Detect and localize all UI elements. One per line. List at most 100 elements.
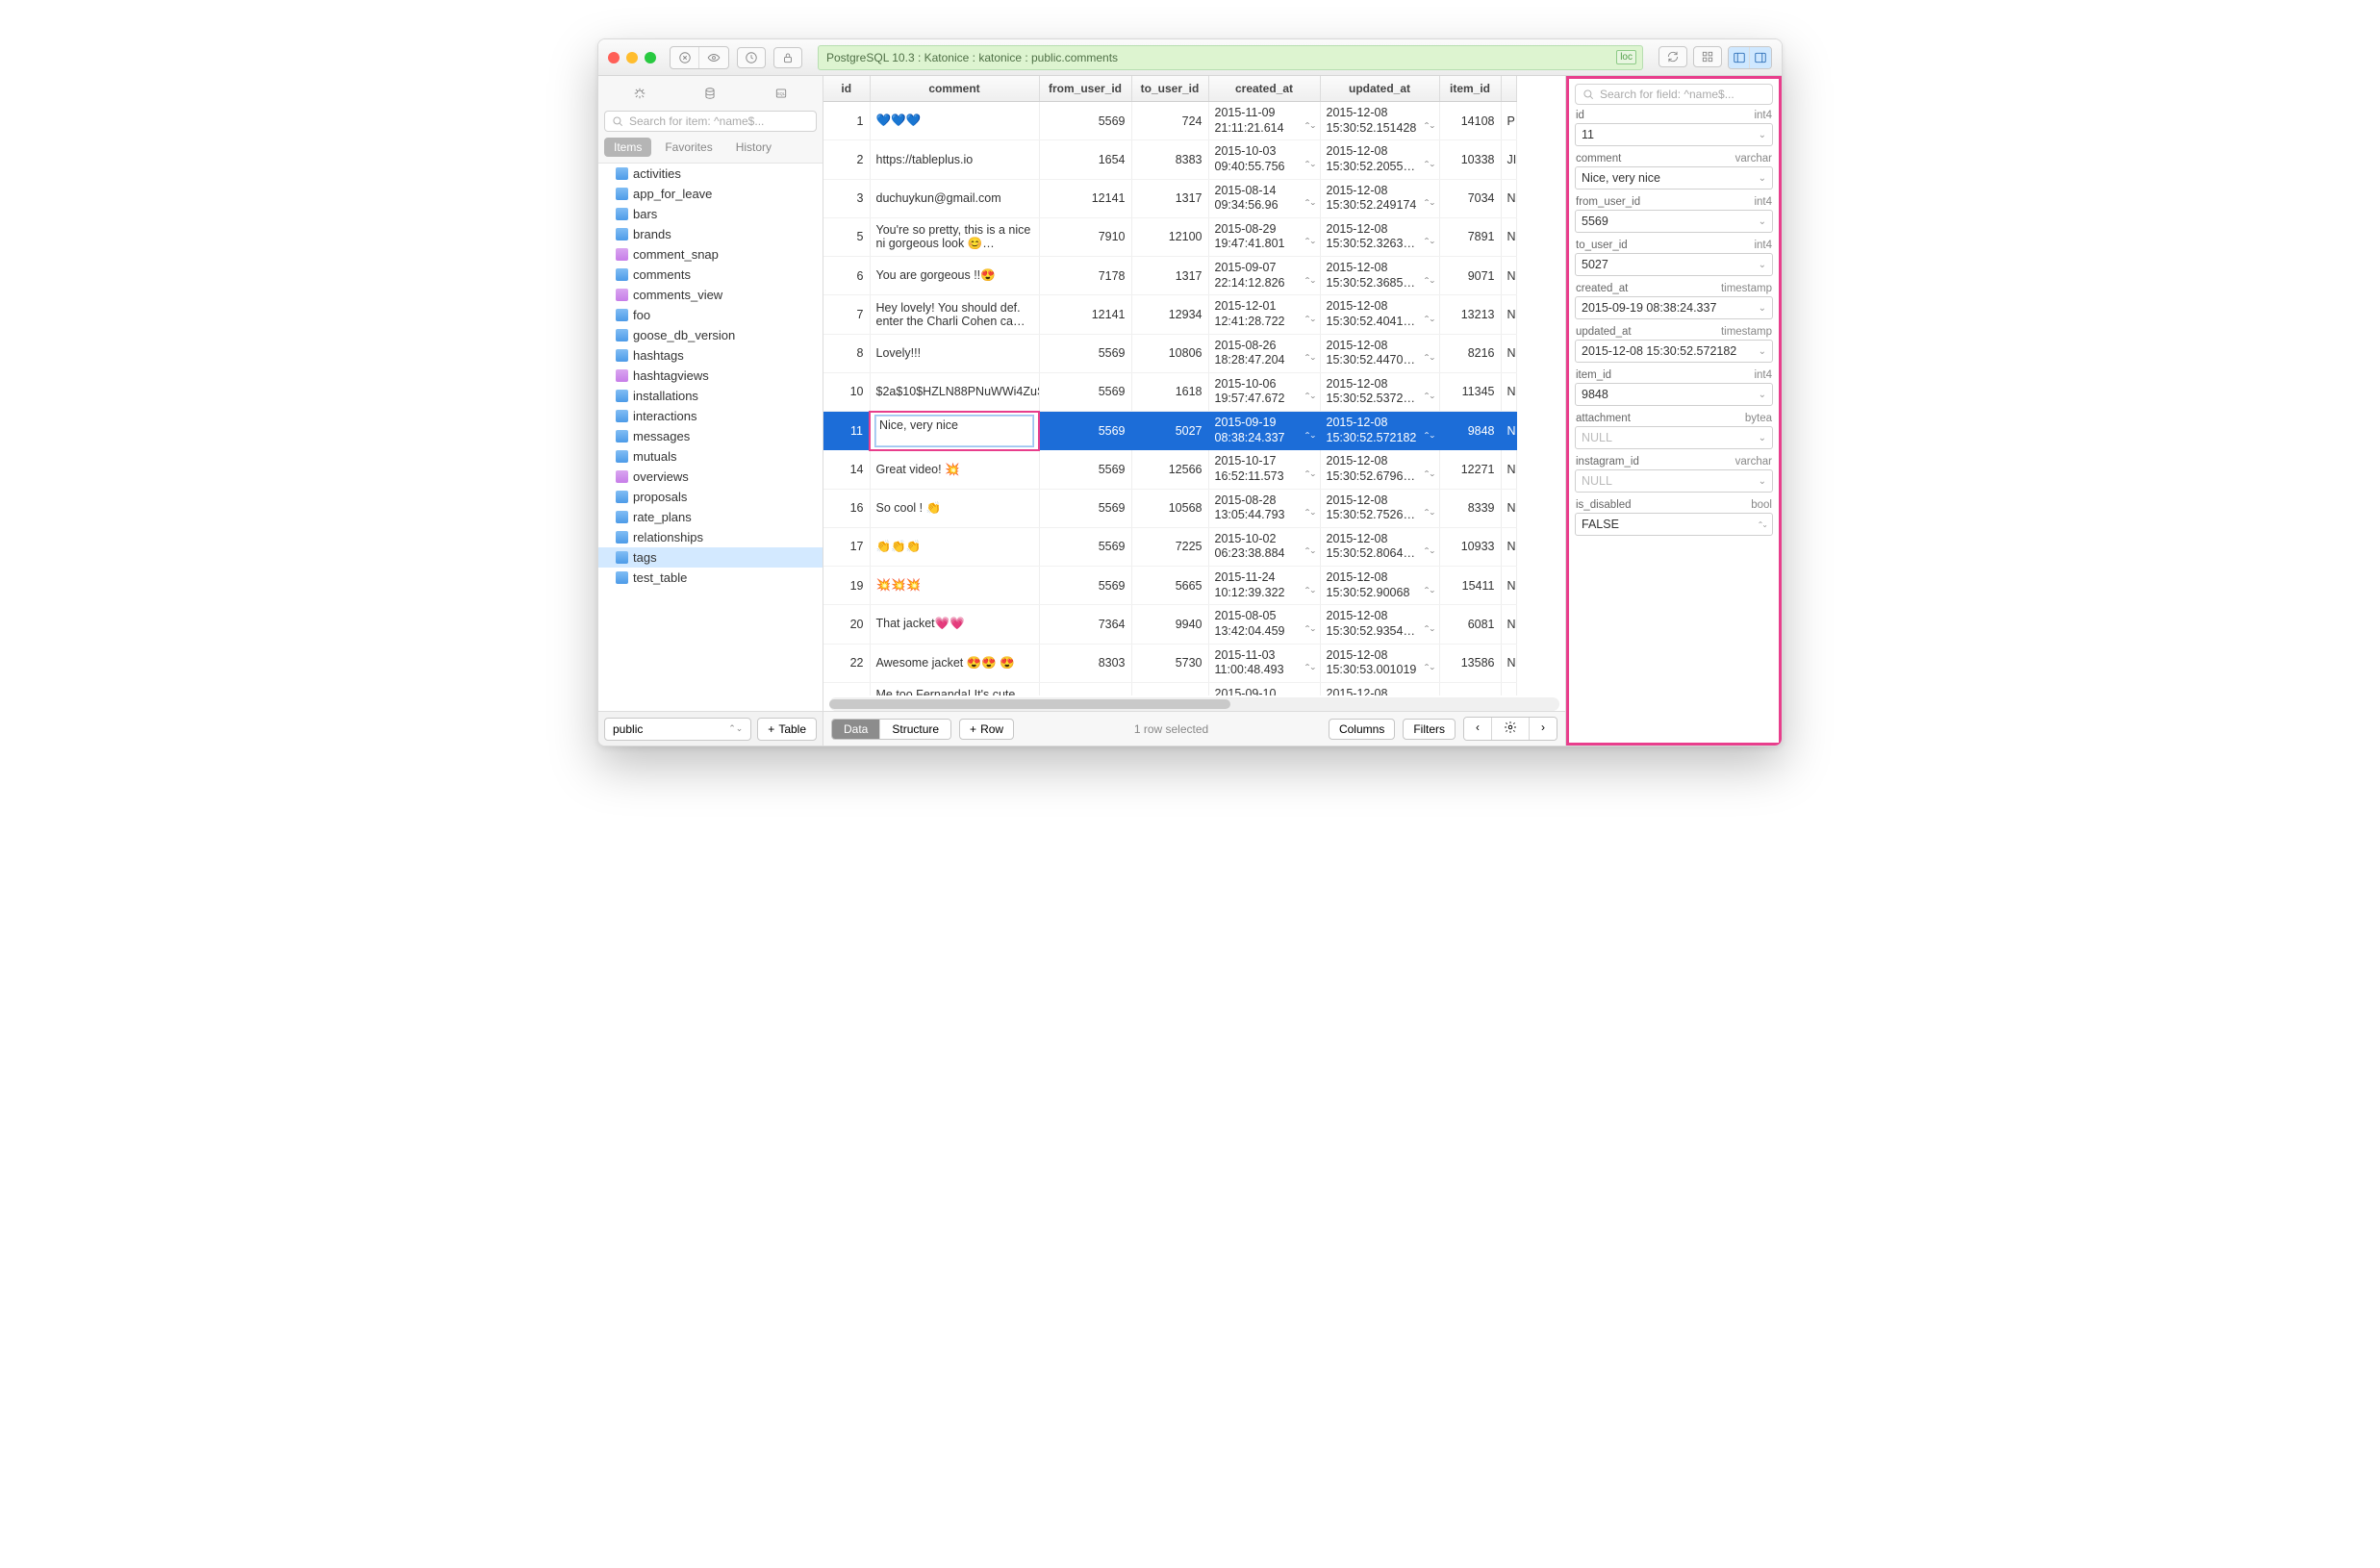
column-header-from_user_id[interactable]: from_user_id [1039, 76, 1131, 102]
cell[interactable]: 2015-10-1716:52:11.573 [1208, 450, 1320, 489]
cell[interactable]: 8 [823, 334, 870, 372]
cell[interactable]: 12566 [1131, 450, 1208, 489]
cell[interactable]: 7891 [1439, 217, 1501, 256]
column-header-created_at[interactable]: created_at [1208, 76, 1320, 102]
cell[interactable]: JI [1501, 140, 1516, 179]
sidebar-item-tags[interactable]: tags [598, 547, 823, 568]
cell[interactable]: 7910 [1039, 217, 1131, 256]
cell[interactable]: 2015-12-0815:30:52.6796… [1320, 450, 1439, 489]
cell[interactable]: N [1501, 489, 1516, 527]
cell[interactable]: 2015-12-0815:30:52.4041… [1320, 295, 1439, 334]
cell[interactable]: You are gorgeous !!😍 [870, 257, 1039, 295]
cell[interactable]: 12141 [1039, 179, 1131, 217]
cell[interactable]: 19 [823, 567, 870, 605]
cell[interactable]: N [1501, 605, 1516, 644]
cell[interactable]: 2015-12-0815:30:53.0340… [1320, 682, 1439, 695]
cell[interactable]: N [1501, 450, 1516, 489]
reload-button[interactable] [1658, 46, 1687, 67]
cell[interactable]: 2015-12-0815:30:52.9354… [1320, 605, 1439, 644]
sidebar-item-proposals[interactable]: proposals [598, 487, 823, 507]
cell[interactable]: 8216 [1439, 334, 1501, 372]
horizontal-scrollbar[interactable] [829, 697, 1559, 711]
cell[interactable]: 1317 [1131, 179, 1208, 217]
cell[interactable]: 2015-11-0921:11:21.614 [1208, 102, 1320, 140]
close-window-button[interactable] [608, 52, 620, 63]
cell[interactable]: N [1501, 567, 1516, 605]
cell[interactable]: N [1501, 334, 1516, 372]
cell[interactable]: 2015-11-0311:00:48.493 [1208, 644, 1320, 682]
cell[interactable]: 6081 [1439, 605, 1501, 644]
cell[interactable]: 💥💥💥 [870, 567, 1039, 605]
cell[interactable]: 10338 [1439, 140, 1501, 179]
cell[interactable]: 12271 [1439, 450, 1501, 489]
sidebar-item-overviews[interactable]: overviews [598, 467, 823, 487]
cell[interactable]: https://tableplus.io [870, 140, 1039, 179]
left-panel-toggle[interactable] [1729, 47, 1750, 68]
table-row[interactable]: 6You are gorgeous !!😍717813172015-09-072… [823, 257, 1516, 295]
cell[interactable]: That jacket💗💗 [870, 605, 1039, 644]
column-header-to_user_id[interactable]: to_user_id [1131, 76, 1208, 102]
cell[interactable]: 15411 [1439, 567, 1501, 605]
cell[interactable]: P [1501, 102, 1516, 140]
sidebar-item-foo[interactable]: foo [598, 305, 823, 325]
scrollbar-thumb[interactable] [829, 699, 1230, 709]
cell[interactable]: 11 [823, 412, 870, 450]
cell[interactable]: So cool ! 👏 [870, 489, 1039, 527]
cell[interactable]: 10933 [1439, 527, 1501, 566]
cell[interactable]: 11345 [1439, 372, 1501, 411]
minimize-window-button[interactable] [626, 52, 638, 63]
column-header-id[interactable]: id [823, 76, 870, 102]
cell[interactable]: 2015-12-0815:30:52.572182 [1320, 412, 1439, 450]
cell[interactable]: 12141 [1039, 295, 1131, 334]
table-row[interactable]: 8Lovely!!!5569108062015-08-2618:28:47.20… [823, 334, 1516, 372]
column-header-updated_at[interactable]: updated_at [1320, 76, 1439, 102]
sidebar-item-installations[interactable]: installations [598, 386, 823, 406]
data-tab[interactable]: Data [832, 720, 880, 739]
cell-editing[interactable]: Nice, very nice [870, 412, 1039, 450]
cell[interactable]: N [1501, 295, 1516, 334]
sidebar-item-comments_view[interactable]: comments_view [598, 285, 823, 305]
cell[interactable]: 10806 [1131, 334, 1208, 372]
close-tab-button[interactable] [671, 47, 699, 68]
cell[interactable]: 8383 [1131, 140, 1208, 179]
cell[interactable]: 20 [823, 605, 870, 644]
cell[interactable]: 5569 [1039, 334, 1131, 372]
cell[interactable]: N [1501, 682, 1516, 695]
cell[interactable]: 5 [823, 217, 870, 256]
sidebar-item-goose_db_version[interactable]: goose_db_version [598, 325, 823, 345]
table-row[interactable]: 22Awesome jacket 😍😍 😍830357302015-11-031… [823, 644, 1516, 682]
cell[interactable]: Lovely!!! [870, 334, 1039, 372]
cell[interactable]: 12100 [1131, 217, 1208, 256]
cell[interactable]: 7237 [1039, 682, 1131, 695]
cell[interactable]: 5569 [1039, 102, 1131, 140]
field-value-input[interactable]: 11⌄ [1575, 123, 1773, 146]
database-mode-icon[interactable] [696, 82, 724, 105]
cell[interactable]: N [1501, 527, 1516, 566]
cell[interactable]: 1654 [1039, 140, 1131, 179]
layout-grid-button[interactable] [1693, 46, 1722, 67]
lock-button[interactable] [773, 47, 802, 68]
field-value-input[interactable]: 2015-09-19 08:38:24.337⌄ [1575, 296, 1773, 319]
table-row[interactable]: 20That jacket💗💗736499402015-08-0513:42:0… [823, 605, 1516, 644]
column-header-comment[interactable]: comment [870, 76, 1039, 102]
settings-gear-button[interactable] [1492, 718, 1530, 740]
sidebar-item-bars[interactable]: bars [598, 204, 823, 224]
cell[interactable]: 2015-10-0309:40:55.756 [1208, 140, 1320, 179]
sidebar-item-comments[interactable]: comments [598, 265, 823, 285]
cell[interactable]: 5730 [1131, 644, 1208, 682]
sidebar-item-activities[interactable]: activities [598, 164, 823, 184]
cell[interactable]: N [1501, 372, 1516, 411]
structure-tab[interactable]: Structure [880, 720, 950, 739]
table-row[interactable]: 16So cool ! 👏5569105682015-08-2813:05:44… [823, 489, 1516, 527]
table-row[interactable]: 1💙💙💙55697242015-11-0921:11:21.6142015-12… [823, 102, 1516, 140]
cell[interactable]: 7364 [1039, 605, 1131, 644]
sidebar-item-brands[interactable]: brands [598, 224, 823, 244]
cell[interactable]: 7 [823, 295, 870, 334]
cell[interactable]: 13213 [1439, 295, 1501, 334]
sidebar-tab-favorites[interactable]: Favorites [655, 138, 722, 157]
cell[interactable]: N [1501, 644, 1516, 682]
sidebar-item-interactions[interactable]: interactions [598, 406, 823, 426]
cell[interactable]: 5569 [1039, 489, 1131, 527]
next-page-button[interactable]: › [1530, 718, 1557, 740]
cell[interactable]: 2015-08-2618:28:47.204 [1208, 334, 1320, 372]
